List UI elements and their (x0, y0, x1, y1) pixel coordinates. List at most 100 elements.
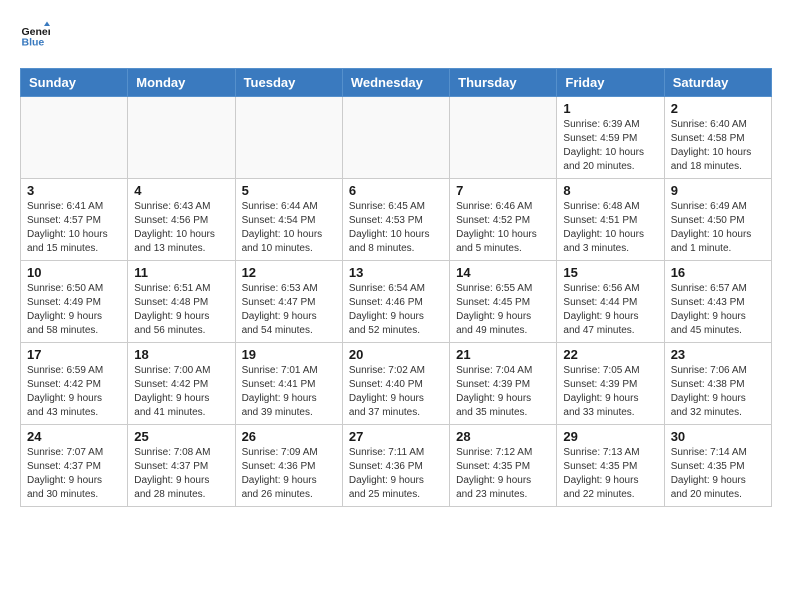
day-number: 28 (456, 429, 550, 444)
day-number: 19 (242, 347, 336, 362)
day-info: Sunrise: 6:56 AM Sunset: 4:44 PM Dayligh… (563, 282, 657, 338)
calendar-cell: 27 Sunrise: 7:11 AM Sunset: 4:36 PM Dayli… (342, 425, 449, 507)
calendar-cell: 23Sunrise: 7:06 AM Sunset: 4:38 PM Dayli… (664, 343, 771, 425)
calendar-cell: 6 Sunrise: 6:45 AM Sunset: 4:53 PM Daylig… (342, 179, 449, 261)
day-number: 2 (671, 101, 765, 116)
day-info: Sunrise: 6:54 AM Sunset: 4:46 PM Dayligh… (349, 282, 443, 338)
day-info: Sunrise: 6:45 AM Sunset: 4:53 PM Dayligh… (349, 200, 443, 256)
calendar-cell: 7 Sunrise: 6:46 AM Sunset: 4:52 PM Daylig… (450, 179, 557, 261)
day-info: Sunrise: 7:12 AM Sunset: 4:35 PM Dayligh… (456, 446, 550, 502)
day-number: 14 (456, 265, 550, 280)
calendar-cell: 30 Sunrise: 7:14 AM Sunset: 4:35 PM Dayli… (664, 425, 771, 507)
day-number: 16 (671, 265, 765, 280)
day-number: 5 (242, 183, 336, 198)
day-info: Sunrise: 6:49 AM Sunset: 4:50 PM Dayligh… (671, 200, 765, 256)
weekday-header-tuesday: Tuesday (235, 69, 342, 97)
calendar-cell (128, 97, 235, 179)
weekday-header-saturday: Saturday (664, 69, 771, 97)
calendar-cell: 17 Sunrise: 6:59 AM Sunset: 4:42 PM Dayli… (21, 343, 128, 425)
calendar-cell: 12 Sunrise: 6:53 AM Sunset: 4:47 PM Dayli… (235, 261, 342, 343)
calendar-cell (342, 97, 449, 179)
day-info: Sunrise: 6:51 AM Sunset: 4:48 PM Dayligh… (134, 282, 228, 338)
calendar-cell: 8 Sunrise: 6:48 AM Sunset: 4:51 PM Daylig… (557, 179, 664, 261)
day-number: 30 (671, 429, 765, 444)
calendar-cell: 3 Sunrise: 6:41 AM Sunset: 4:57 PM Daylig… (21, 179, 128, 261)
day-info: Sunrise: 6:44 AM Sunset: 4:54 PM Dayligh… (242, 200, 336, 256)
day-info: Sunrise: 6:50 AM Sunset: 4:49 PM Dayligh… (27, 282, 121, 338)
day-number: 8 (563, 183, 657, 198)
day-info: Sunrise: 6:48 AM Sunset: 4:51 PM Dayligh… (563, 200, 657, 256)
day-number: 1 (563, 101, 657, 116)
day-info: Sunrise: 7:08 AM Sunset: 4:37 PM Dayligh… (134, 446, 228, 502)
calendar-cell: 16Sunrise: 6:57 AM Sunset: 4:43 PM Dayli… (664, 261, 771, 343)
weekday-header-monday: Monday (128, 69, 235, 97)
calendar-cell: 11 Sunrise: 6:51 AM Sunset: 4:48 PM Dayli… (128, 261, 235, 343)
calendar-cell: 21 Sunrise: 7:04 AM Sunset: 4:39 PM Dayli… (450, 343, 557, 425)
calendar-cell: 5 Sunrise: 6:44 AM Sunset: 4:54 PM Daylig… (235, 179, 342, 261)
day-number: 18 (134, 347, 228, 362)
day-number: 20 (349, 347, 443, 362)
day-info: Sunrise: 7:13 AM Sunset: 4:35 PM Dayligh… (563, 446, 657, 502)
day-number: 27 (349, 429, 443, 444)
day-info: Sunrise: 7:11 AM Sunset: 4:36 PM Dayligh… (349, 446, 443, 502)
day-number: 15 (563, 265, 657, 280)
day-number: 4 (134, 183, 228, 198)
day-number: 26 (242, 429, 336, 444)
calendar-cell: 14 Sunrise: 6:55 AM Sunset: 4:45 PM Dayli… (450, 261, 557, 343)
day-info: Sunrise: 6:55 AM Sunset: 4:45 PM Dayligh… (456, 282, 550, 338)
day-info: Sunrise: 7:00 AM Sunset: 4:42 PM Dayligh… (134, 364, 228, 420)
day-info: Sunrise: 7:07 AM Sunset: 4:37 PM Dayligh… (27, 446, 121, 502)
day-number: 6 (349, 183, 443, 198)
calendar-cell: 25 Sunrise: 7:08 AM Sunset: 4:37 PM Dayli… (128, 425, 235, 507)
weekday-header-thursday: Thursday (450, 69, 557, 97)
calendar-cell: 15 Sunrise: 6:56 AM Sunset: 4:44 PM Dayli… (557, 261, 664, 343)
day-number: 13 (349, 265, 443, 280)
calendar-cell: 18 Sunrise: 7:00 AM Sunset: 4:42 PM Dayli… (128, 343, 235, 425)
calendar-cell: 1 Sunrise: 6:39 AM Sunset: 4:59 PM Daylig… (557, 97, 664, 179)
day-number: 7 (456, 183, 550, 198)
calendar-cell: 26 Sunrise: 7:09 AM Sunset: 4:36 PM Dayli… (235, 425, 342, 507)
calendar-cell: 10 Sunrise: 6:50 AM Sunset: 4:49 PM Dayli… (21, 261, 128, 343)
svg-text:Blue: Blue (22, 37, 45, 49)
calendar-cell: 29Sunrise: 7:13 AM Sunset: 4:35 PM Dayli… (557, 425, 664, 507)
day-info: Sunrise: 7:14 AM Sunset: 4:35 PM Dayligh… (671, 446, 765, 502)
calendar-cell: 24 Sunrise: 7:07 AM Sunset: 4:37 PM Dayli… (21, 425, 128, 507)
day-info: Sunrise: 6:40 AM Sunset: 4:58 PM Dayligh… (671, 118, 765, 174)
day-number: 17 (27, 347, 121, 362)
day-info: Sunrise: 6:43 AM Sunset: 4:56 PM Dayligh… (134, 200, 228, 256)
calendar-cell: 9 Sunrise: 6:49 AM Sunset: 4:50 PM Daylig… (664, 179, 771, 261)
weekday-header-sunday: Sunday (21, 69, 128, 97)
calendar-cell (235, 97, 342, 179)
day-number: 21 (456, 347, 550, 362)
calendar-cell: 28 Sunrise: 7:12 AM Sunset: 4:35 PM Dayli… (450, 425, 557, 507)
day-info: Sunrise: 6:39 AM Sunset: 4:59 PM Dayligh… (563, 118, 657, 174)
day-info: Sunrise: 6:46 AM Sunset: 4:52 PM Dayligh… (456, 200, 550, 256)
day-number: 10 (27, 265, 121, 280)
calendar-cell: 20 Sunrise: 7:02 AM Sunset: 4:40 PM Dayli… (342, 343, 449, 425)
calendar-cell (450, 97, 557, 179)
day-info: Sunrise: 7:09 AM Sunset: 4:36 PM Dayligh… (242, 446, 336, 502)
weekday-header-friday: Friday (557, 69, 664, 97)
logo: General Blue (20, 20, 54, 50)
day-info: Sunrise: 7:04 AM Sunset: 4:39 PM Dayligh… (456, 364, 550, 420)
calendar-cell (21, 97, 128, 179)
calendar: SundayMondayTuesdayWednesdayThursdayFrid… (20, 68, 772, 507)
day-number: 25 (134, 429, 228, 444)
day-number: 23 (671, 347, 765, 362)
day-number: 24 (27, 429, 121, 444)
day-info: Sunrise: 7:05 AM Sunset: 4:39 PM Dayligh… (563, 364, 657, 420)
logo-icon: General Blue (20, 20, 50, 50)
day-number: 11 (134, 265, 228, 280)
calendar-cell: 2 Sunrise: 6:40 AM Sunset: 4:58 PM Daylig… (664, 97, 771, 179)
day-number: 22 (563, 347, 657, 362)
day-info: Sunrise: 6:41 AM Sunset: 4:57 PM Dayligh… (27, 200, 121, 256)
day-info: Sunrise: 7:02 AM Sunset: 4:40 PM Dayligh… (349, 364, 443, 420)
weekday-header-wednesday: Wednesday (342, 69, 449, 97)
day-number: 9 (671, 183, 765, 198)
calendar-cell: 19Sunrise: 7:01 AM Sunset: 4:41 PM Dayli… (235, 343, 342, 425)
day-info: Sunrise: 6:53 AM Sunset: 4:47 PM Dayligh… (242, 282, 336, 338)
day-info: Sunrise: 6:59 AM Sunset: 4:42 PM Dayligh… (27, 364, 121, 420)
day-number: 3 (27, 183, 121, 198)
day-number: 12 (242, 265, 336, 280)
calendar-cell: 22 Sunrise: 7:05 AM Sunset: 4:39 PM Dayli… (557, 343, 664, 425)
